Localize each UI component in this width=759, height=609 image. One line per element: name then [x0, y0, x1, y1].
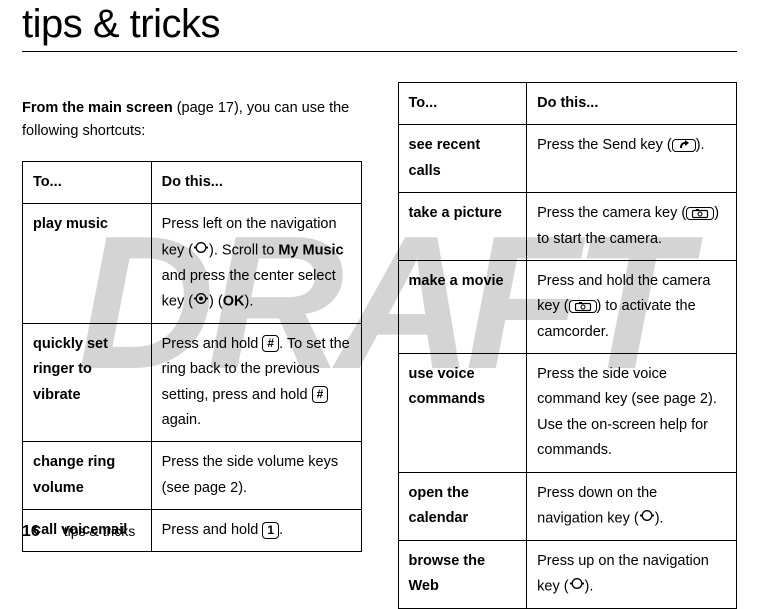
action-cell: use voice commands	[398, 354, 527, 473]
do-cell: Press and hold #. To set the ring back t…	[151, 323, 361, 442]
title-rule	[22, 51, 737, 52]
table-row: take a picture Press the camera key () t…	[398, 193, 737, 261]
text-fragment: Press and hold	[162, 336, 263, 352]
intro-text: From the main screen (page 17), you can …	[22, 97, 362, 143]
page-title: tips & tricks	[22, 0, 737, 47]
action-cell: open the calendar	[398, 472, 527, 540]
center-select-icon	[193, 289, 209, 314]
do-cell: Press the side voice command key (see pa…	[527, 354, 737, 473]
hash-key-icon: #	[262, 335, 279, 352]
text-fragment: ).	[696, 137, 705, 153]
action-cell: quickly set ringer to vibrate	[23, 323, 152, 442]
table-row: open the calendar Press down on the navi…	[398, 472, 737, 540]
table-row: see recent calls Press the Send key ().	[398, 125, 737, 193]
header-to: To...	[398, 83, 527, 125]
right-column: To... Do this... see recent calls Press …	[398, 82, 738, 609]
do-cell: Press left on the navigation key (). Scr…	[151, 204, 361, 324]
text-fragment: Press up on the navigation key (	[537, 553, 709, 595]
action-cell: play music	[23, 204, 152, 324]
do-cell: Press the side volume keys (see page 2).	[151, 442, 361, 510]
text-fragment: Press the camera key (	[537, 205, 686, 221]
page-number: 16	[22, 523, 40, 540]
menu-text: My Music	[278, 242, 343, 258]
hash-key-icon: #	[312, 386, 329, 403]
action-cell: see recent calls	[398, 125, 527, 193]
footer-section: tips & tricks	[64, 523, 136, 539]
do-cell: Press the Send key ().	[527, 125, 737, 193]
shortcuts-table-left: To... Do this... play music Press left o…	[22, 161, 362, 553]
shortcuts-table-right: To... Do this... see recent calls Press …	[398, 82, 738, 609]
header-to: To...	[23, 161, 152, 203]
action-cell: change ring volume	[23, 442, 152, 510]
page-content: tips & tricks From the main screen (page…	[0, 0, 759, 609]
text-fragment: ).	[244, 293, 253, 309]
text-fragment: Press the Send key (	[537, 137, 672, 153]
do-cell: Press down on the navigation key ().	[527, 472, 737, 540]
text-fragment: ).	[655, 510, 664, 526]
page-footer: 16 tips & tricks	[22, 523, 135, 541]
header-do: Do this...	[151, 161, 361, 203]
text-fragment: ).	[585, 579, 594, 595]
table-header-row: To... Do this...	[398, 83, 737, 125]
intro-bold: From the main screen	[22, 100, 173, 116]
text-fragment: ). Scroll to	[209, 242, 278, 258]
camera-key-icon	[686, 207, 714, 220]
do-cell: Press and hold 1.	[151, 510, 361, 552]
nav-key-icon	[193, 238, 209, 263]
action-cell: make a movie	[398, 260, 527, 353]
header-do: Do this...	[527, 83, 737, 125]
nav-key-icon	[569, 574, 585, 599]
table-row: quickly set ringer to vibrate Press and …	[23, 323, 362, 442]
table-row: change ring volume Press the side volume…	[23, 442, 362, 510]
text-fragment: .	[279, 522, 283, 538]
table-header-row: To... Do this...	[23, 161, 362, 203]
one-key-icon: 1	[262, 522, 279, 539]
camera-key-icon	[569, 300, 597, 313]
do-cell: Press and hold the camera key () to acti…	[527, 260, 737, 353]
table-row: play music Press left on the navigation …	[23, 204, 362, 324]
nav-key-icon	[639, 506, 655, 531]
send-key-icon	[672, 139, 696, 152]
do-cell: Press the camera key () to start the cam…	[527, 193, 737, 261]
text-fragment: Press and hold	[162, 522, 263, 538]
text-fragment: again.	[162, 412, 202, 428]
text-fragment: ) (	[209, 293, 223, 309]
action-cell: take a picture	[398, 193, 527, 261]
ok-text: OK	[223, 293, 245, 309]
table-row: use voice commands Press the side voice …	[398, 354, 737, 473]
table-row: make a movie Press and hold the camera k…	[398, 260, 737, 353]
